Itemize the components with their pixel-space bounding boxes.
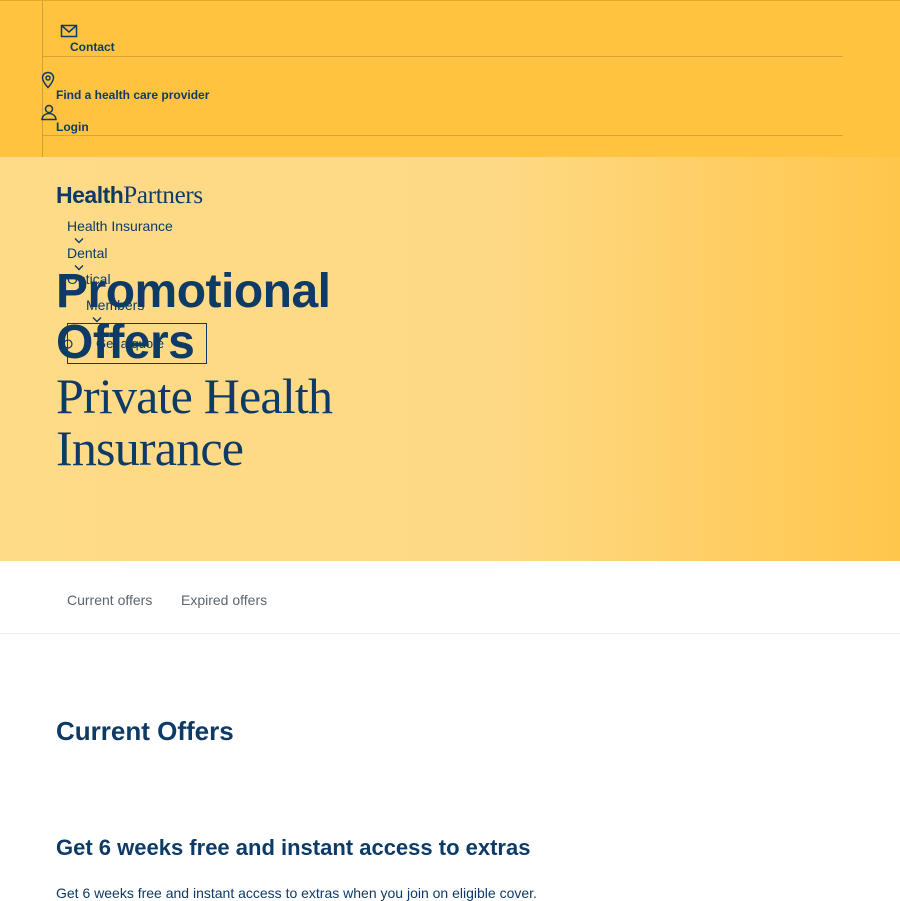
logo-text-health: Health — [56, 182, 124, 208]
location-pin-icon — [39, 71, 57, 89]
login-link[interactable]: Login — [56, 120, 89, 134]
page-subtitle: Private Health Insurance — [56, 368, 333, 476]
offer-description: Get 6 weeks free and instant access to e… — [56, 885, 537, 901]
mail-icon — [60, 22, 78, 40]
offer-tabs: Current offers Expired offers — [0, 562, 900, 634]
tab-current-offers[interactable]: Current offers — [67, 592, 152, 608]
utility-bar — [0, 0, 900, 158]
tab-expired-offers[interactable]: Expired offers — [181, 592, 267, 608]
page-title: Promotional Offers — [56, 265, 331, 369]
utility-bar-divider — [42, 135, 843, 136]
user-icon — [40, 103, 58, 121]
nav-item-health-insurance[interactable]: Health Insurance — [67, 218, 173, 234]
section-title: Current Offers — [56, 716, 234, 746]
nav-item-dental[interactable]: Dental — [67, 245, 107, 261]
offer-title: Get 6 weeks free and instant access to e… — [56, 835, 531, 860]
utility-bar-divider — [42, 56, 843, 57]
chevron-down-icon — [74, 237, 84, 244]
contact-link[interactable]: Contact — [70, 40, 115, 54]
health-partners-logo[interactable]: HealthPartners — [56, 182, 203, 210]
logo-text-partners: Partners — [123, 182, 203, 209]
find-provider-link[interactable]: Find a health care provider — [56, 88, 209, 102]
